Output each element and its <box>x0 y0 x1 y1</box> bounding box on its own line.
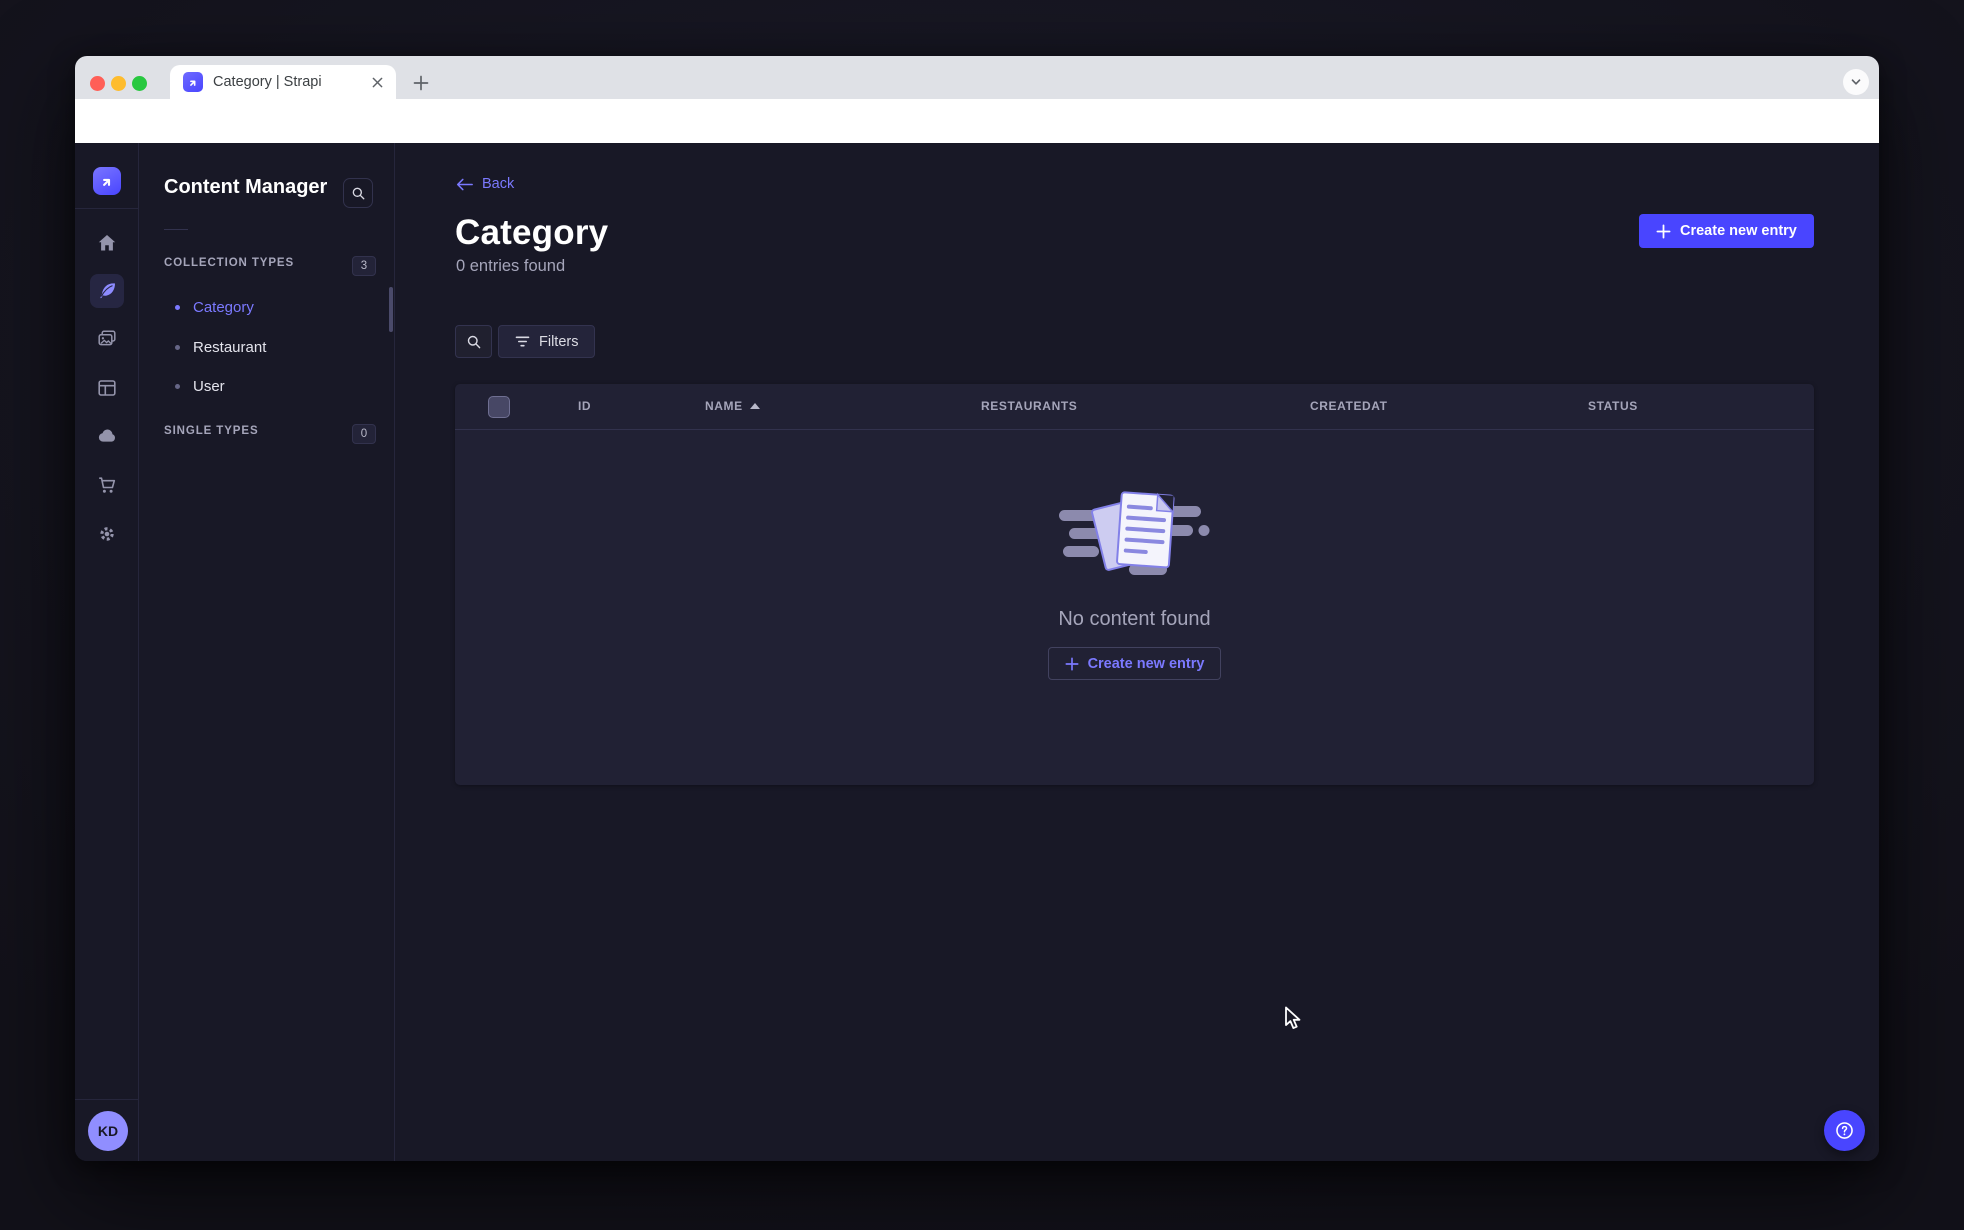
single-types-label: SINGLE TYPES <box>164 425 259 437</box>
content-manager-icon[interactable] <box>96 280 118 302</box>
minimize-window-button[interactable] <box>111 76 126 91</box>
mouse-cursor <box>1284 1006 1308 1037</box>
tab-close-icon[interactable] <box>368 73 386 91</box>
maximize-window-button[interactable] <box>132 76 147 91</box>
cloud-icon[interactable] <box>96 425 118 447</box>
back-link[interactable]: Back <box>456 176 514 192</box>
filters-button[interactable]: Filters <box>498 325 596 358</box>
subnav-item-restaurant[interactable]: Restaurant <box>153 327 381 367</box>
column-header-createdat[interactable]: CREATEDAT <box>1310 399 1388 413</box>
browser-tab[interactable]: Category | Strapi <box>170 65 396 99</box>
settings-icon[interactable] <box>96 523 118 545</box>
subnav-item-user[interactable]: User <box>153 366 381 406</box>
select-all-checkbox[interactable] <box>488 396 510 418</box>
table-header: ID NAME RESTAURANTS CREATEDAT STATUS <box>455 384 1814 430</box>
user-avatar[interactable]: KD <box>88 1111 128 1151</box>
main-nav-rail: KD <box>75 143 139 1161</box>
content-manager-subnav: Content Manager COLLECTION TYPES 3 Categ… <box>139 143 395 1161</box>
column-header-id[interactable]: ID <box>578 399 591 413</box>
strapi-favicon <box>183 72 203 92</box>
page-title: Category <box>455 213 609 252</box>
tab-title: Category | Strapi <box>213 74 322 90</box>
empty-state: No content found Create new entry <box>455 488 1814 680</box>
filter-icon <box>515 336 530 347</box>
new-tab-button[interactable] <box>409 71 433 95</box>
strapi-logo[interactable] <box>93 167 121 195</box>
create-entry-button[interactable]: Create new entry <box>1639 214 1814 248</box>
tab-search-chevron-icon[interactable] <box>1843 69 1869 95</box>
main-content: Back Category 0 entries found Create new… <box>395 143 1879 1161</box>
browser-tab-strip: Category | Strapi <box>75 56 1879 99</box>
collection-types-count-badge: 3 <box>352 256 376 276</box>
bullet-icon <box>175 383 180 389</box>
rail-divider <box>75 208 139 209</box>
empty-create-entry-button[interactable]: Create new entry <box>1047 647 1222 680</box>
subnav-item-category[interactable]: Category <box>153 287 381 327</box>
subnav-divider <box>164 229 188 230</box>
browser-toolbar: localhost:1337/admin/content-manager/col… <box>75 99 1879 182</box>
collection-types-label: COLLECTION TYPES <box>164 257 295 269</box>
back-label: Back <box>482 176 515 192</box>
close-window-button[interactable] <box>90 76 105 91</box>
subnav-scrollbar-thumb[interactable] <box>389 287 393 332</box>
browser-window: Category | Strapi localhost:1337/admin/c… <box>75 56 1879 1161</box>
entries-table: ID NAME RESTAURANTS CREATEDAT STATUS No … <box>455 384 1814 785</box>
entries-count: 0 entries found <box>456 257 566 275</box>
marketplace-icon[interactable] <box>96 474 118 496</box>
bullet-icon <box>175 344 180 350</box>
search-entries-button[interactable] <box>455 325 492 358</box>
media-library-icon[interactable] <box>96 328 118 350</box>
column-header-name[interactable]: NAME <box>705 399 760 413</box>
subnav-search-button[interactable] <box>343 178 373 208</box>
subnav-title: Content Manager <box>164 176 328 198</box>
single-types-count-badge: 0 <box>352 424 376 444</box>
bullet-icon <box>175 304 180 310</box>
home-icon[interactable] <box>96 232 118 254</box>
sort-ascending-icon <box>749 403 760 409</box>
empty-documents-illustration <box>1058 491 1209 575</box>
help-button[interactable] <box>1824 1110 1865 1151</box>
rail-bottom-divider <box>75 1099 139 1100</box>
strapi-app: KD Content Manager COLLECTION TYPES 3 Ca… <box>75 143 1879 1161</box>
column-header-restaurants[interactable]: RESTAURANTS <box>981 399 1077 413</box>
empty-message: No content found <box>1058 608 1211 630</box>
content-type-builder-icon[interactable] <box>96 377 118 399</box>
column-header-status[interactable]: STATUS <box>1588 399 1638 413</box>
